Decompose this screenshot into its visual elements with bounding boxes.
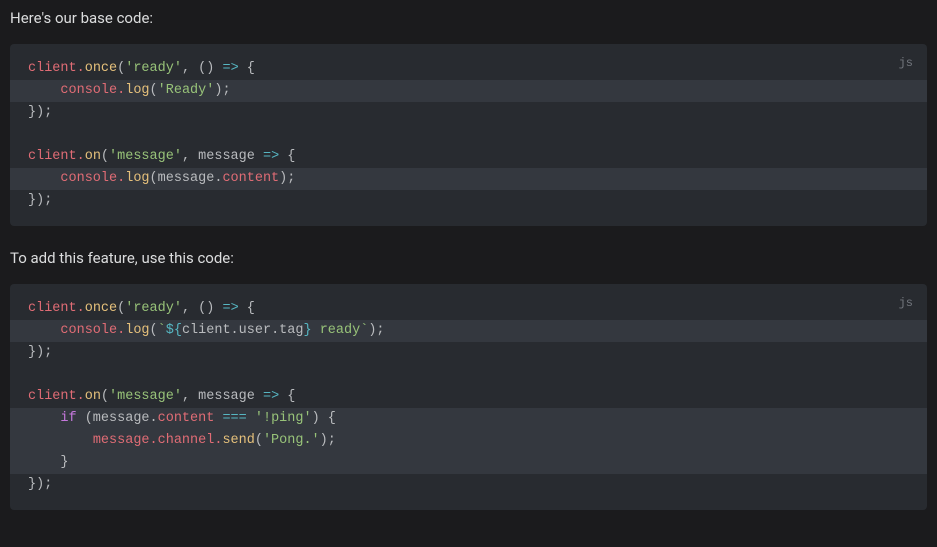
code-line: client.on('message', message => { (10, 146, 927, 168)
code-line: }); (10, 102, 927, 124)
code-line: }); (10, 342, 927, 364)
code-line-highlight: if (message.content === '!ping') { (10, 408, 927, 430)
code-line-blank (10, 124, 927, 146)
code-line-highlight: console.log(`${client.user.tag} ready`); (10, 320, 927, 342)
language-tag: js (899, 52, 913, 74)
code-line: }); (10, 190, 927, 212)
code-line-highlight: console.log('Ready'); (10, 80, 927, 102)
code-line-highlight: message.channel.send('Pong.'); (10, 430, 927, 452)
code-block-feature: js client.once('ready', () => { console.… (10, 284, 927, 510)
code-line: client.once('ready', () => { (10, 58, 927, 80)
code-line-highlight: } (10, 452, 927, 474)
code-line-highlight: console.log(message.content); (10, 168, 927, 190)
intro-text-1: Here's our base code: (10, 6, 927, 30)
language-tag: js (899, 292, 913, 314)
code-line: }); (10, 474, 927, 496)
code-line: client.once('ready', () => { (10, 298, 927, 320)
code-line-blank (10, 364, 927, 386)
code-block-base: js client.once('ready', () => { console.… (10, 44, 927, 226)
code-line: client.on('message', message => { (10, 386, 927, 408)
intro-text-2: To add this feature, use this code: (10, 246, 927, 270)
